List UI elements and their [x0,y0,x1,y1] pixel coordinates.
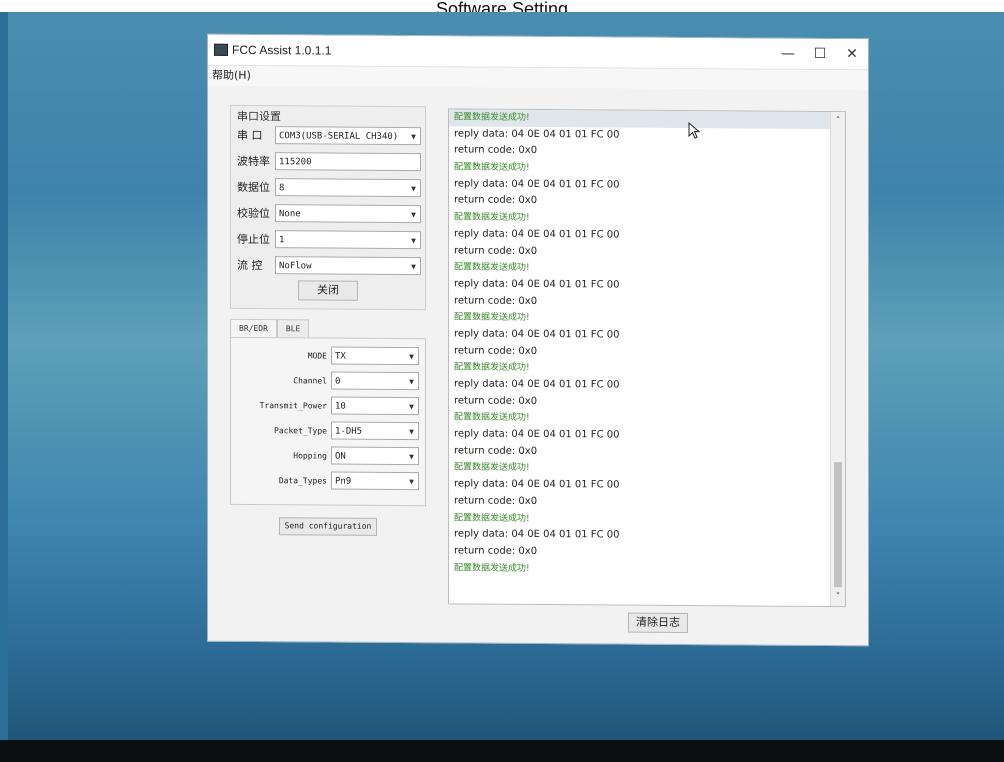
parity-label: 校验位 [237,206,270,221]
menu-help[interactable]: 帮助(H) [212,69,251,82]
datatypes-select[interactable]: Pn9 ▼ [331,471,419,491]
log-line-code: return code: 0x0 [454,495,538,507]
parity-select[interactable]: None ▼ [275,204,421,224]
scroll-up-icon[interactable]: ˄ [831,114,845,128]
chevron-down-icon: ▼ [409,477,414,487]
scroll-thumb[interactable] [834,462,842,588]
log-scrollbar[interactable]: ˄ ˅ [830,112,845,607]
close-port-button[interactable]: 关闭 [298,280,358,301]
chevron-down-icon: ▼ [409,427,414,437]
mode-value: TX [335,351,346,362]
flow-select[interactable]: NoFlow ▼ [275,256,421,276]
maximize-button[interactable]: ☐ [806,43,834,65]
channel-value: 0 [335,376,341,387]
chevron-down-icon: ▼ [409,452,414,462]
log-line-success: 配置数据发送成功! [454,562,530,574]
app-window: FCC Assist 1.0.1.1 — ☐ ✕ 帮助(H) 串口设置 串 口 … [207,33,869,647]
mouse-cursor-icon [688,122,701,139]
tab-ble[interactable]: BLE [276,319,310,338]
monitor-bezel [0,740,1004,762]
send-configuration-button[interactable]: Send configuration [279,517,377,536]
mode-select[interactable]: TX ▼ [331,346,419,366]
databits-select[interactable]: 8 ▼ [275,178,421,198]
caption-text: Software Setting [435,0,569,12]
hopping-value: ON [335,451,346,462]
close-window-button[interactable]: ✕ [838,43,866,65]
databits-value: 8 [279,183,285,194]
log-line-reply: reply data: 04 0E 04 01 01 FC 00 [454,228,620,241]
chevron-down-icon: ▼ [409,352,414,362]
chevron-down-icon: ▼ [409,377,414,387]
chevron-down-icon: ▼ [409,402,414,412]
packet-value: 1-DH5 [335,426,363,437]
stopbits-label: 停止位 [237,232,270,247]
port-select[interactable]: COM3(USB-SERIAL CH340) ▼ [275,126,421,146]
chevron-down-icon: ▼ [411,262,416,272]
page-caption: Software Setting [0,0,1004,12]
br-edr-panel: MODE TX ▼ Channel 0 ▼ Transmit_Power 10 ▼ P… [230,336,426,507]
power-value: 10 [335,401,346,412]
hopping-select[interactable]: ON ▼ [331,446,419,466]
window-title: FCC Assist 1.0.1.1 [232,42,332,58]
port-value: COM3(USB-SERIAL CH340) [279,131,399,143]
title-bar[interactable]: FCC Assist 1.0.1.1 — ☐ ✕ [208,34,868,71]
chevron-down-icon: ▼ [411,132,416,142]
settings-panel: 串口设置 串 口 COM3(USB-SERIAL CH340) ▼ 波特率 115… [230,104,426,536]
desktop-background: FCC Assist 1.0.1.1 — ☐ ✕ 帮助(H) 串口设置 串 口 … [8,12,1004,740]
serial-settings-group: 串口设置 串 口 COM3(USB-SERIAL CH340) ▼ 波特率 115… [230,104,426,311]
datatypes-value: Pn9 [335,476,352,487]
port-label: 串 口 [237,128,263,143]
baud-input[interactable]: 115200 [275,152,421,172]
chevron-down-icon: ▼ [411,236,416,246]
baud-label: 波特率 [237,154,270,169]
minimize-button[interactable]: — [774,43,802,65]
config-tabs: BR/EDR BLE MODE TX ▼ Channel 0 ▼ Transmit_… [230,318,426,536]
hopping-label: Hopping [293,450,327,461]
packet-select[interactable]: 1-DH5 ▼ [331,421,419,441]
chevron-down-icon: ▼ [411,210,416,220]
power-select[interactable]: 10 ▼ [331,396,419,416]
stopbits-select[interactable]: 1 ▼ [275,230,421,250]
datatypes-label: Data_Types [278,475,327,486]
flow-label: 流 控 [237,258,263,273]
serial-group-title: 串口设置 [237,109,281,124]
app-icon [214,43,228,56]
mode-label: MODE [307,350,327,361]
stopbits-value: 1 [279,235,285,246]
log-lines: 配置数据发送成功! reply data: 04 0E 04 01 01 FC 0… [449,109,845,579]
channel-label: Channel [293,375,327,386]
channel-select[interactable]: 0 ▼ [331,371,419,391]
log-output[interactable]: 配置数据发送成功! reply data: 04 0E 04 01 01 FC 0… [448,108,846,608]
power-label: Transmit_Power [259,400,327,411]
chevron-down-icon: ▼ [411,184,416,194]
tab-br-edr[interactable]: BR/EDR [230,318,277,338]
parity-value: None [279,209,301,220]
packet-label: Packet_Type [274,425,327,436]
databits-label: 数据位 [237,180,270,195]
flow-value: NoFlow [279,261,312,272]
scroll-down-icon[interactable]: ˅ [831,590,845,604]
clear-log-button[interactable]: 清除日志 [628,612,688,634]
